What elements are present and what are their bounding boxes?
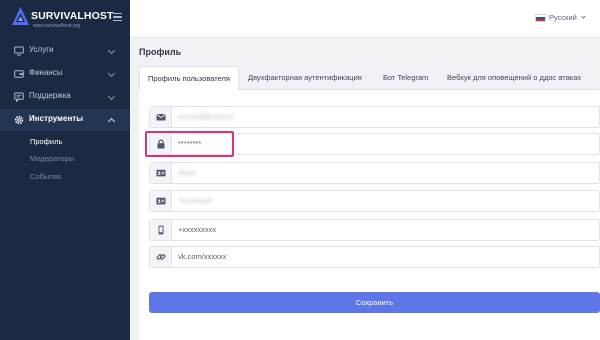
brand[interactable]: SURVIVALHOST www.survivalhost.org <box>0 0 130 38</box>
field-addon <box>150 163 172 183</box>
monitor-icon <box>14 46 24 56</box>
field-addon <box>150 247 172 267</box>
tab-ddos-webhook[interactable]: Вебхук для оповещений о ддос атаках <box>447 66 581 90</box>
brand-name: SURVIVALHOST <box>31 10 114 22</box>
sidebar: SURVIVALHOST www.survivalhost.org Услуги… <box>0 0 130 340</box>
sidebar-item-services[interactable]: Услуги <box>0 40 130 62</box>
phone-icon <box>158 225 164 235</box>
sidebar-item-label: Услуги <box>29 45 54 54</box>
chevron-down-icon <box>107 69 116 78</box>
sidebar-item-label: Поддержка <box>29 91 71 100</box>
tab-user-profile[interactable]: Профиль пользователя <box>139 66 239 91</box>
last-name-field[interactable]: Тестовый <box>149 190 600 212</box>
phone-field[interactable]: +xxxxxxxxx <box>149 219 600 241</box>
settings-icon <box>14 115 24 125</box>
logo-icon <box>12 7 29 25</box>
tab-telegram-bot[interactable]: Бот Telegram <box>383 66 428 90</box>
page-title: Профиль <box>139 47 182 57</box>
language-label: Русский <box>549 13 577 22</box>
brand-subtitle: www.survivalhost.org <box>33 23 80 29</box>
chevron-down-icon <box>581 14 586 19</box>
wallet-icon <box>14 70 24 78</box>
first-name-field[interactable]: Иван <box>149 162 600 184</box>
field-addon <box>150 220 172 240</box>
save-button[interactable]: Сохранить <box>149 292 600 313</box>
chevron-down-icon <box>107 92 116 101</box>
field-value: +xxxxxxxxx <box>178 225 217 234</box>
chevron-down-icon <box>107 46 116 55</box>
id-card-icon <box>156 169 166 177</box>
field-value: Тестовый <box>178 196 212 205</box>
chevron-up-icon <box>107 117 116 126</box>
field-addon <box>150 191 172 211</box>
field-value: Иван <box>178 168 196 177</box>
tab-bar: Профиль пользователя Двухфакторная аутен… <box>139 66 600 91</box>
field-value: vk.com/xxxxxx <box>178 252 227 261</box>
menu-toggle-icon[interactable] <box>113 13 122 22</box>
sidebar-item-support[interactable]: Поддержка <box>0 86 130 108</box>
field-addon <box>150 107 172 127</box>
id-card-icon <box>156 197 166 205</box>
link-icon <box>156 254 166 260</box>
sidebar-subitem-profile[interactable]: Профиль <box>30 137 62 146</box>
password-highlight-box <box>145 131 234 157</box>
sidebar-subitem-events[interactable]: События <box>30 172 61 181</box>
topbar: Русский <box>130 0 600 38</box>
email-field[interactable]: survival@mail.ru <box>149 106 600 128</box>
sidebar-item-label: Инструменты <box>29 114 84 123</box>
tab-two-factor[interactable]: Двухфакторная аутентификация <box>248 66 362 90</box>
support-icon <box>14 92 24 102</box>
sidebar-item-tools[interactable]: Инструменты <box>0 109 130 131</box>
vk-link-field[interactable]: vk.com/xxxxxx <box>149 246 600 268</box>
mail-icon <box>156 114 166 121</box>
sidebar-item-finances[interactable]: Финансы <box>0 63 130 85</box>
flag-ru-icon <box>535 14 546 22</box>
sidebar-item-label: Финансы <box>29 68 63 77</box>
field-value: survival@mail.ru <box>178 112 234 121</box>
sidebar-subitem-moderators[interactable]: Модераторы <box>30 154 74 163</box>
